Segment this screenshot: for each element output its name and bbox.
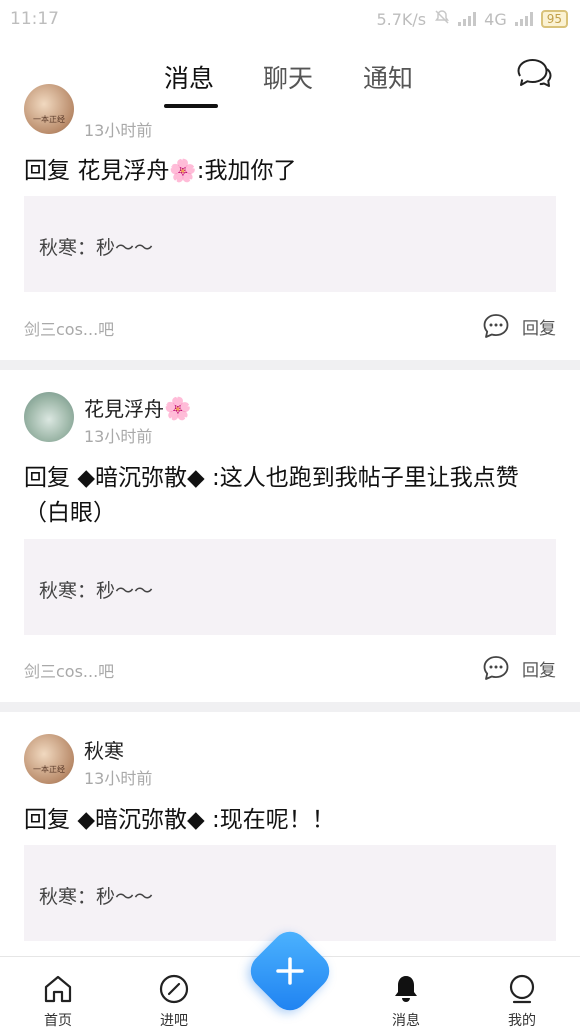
message-time: 13小时前 — [84, 427, 153, 446]
status-time: 11:17 — [10, 9, 59, 29]
battery-indicator: 95 — [540, 10, 568, 28]
top-nav: 消息 聊天 通知 — [0, 42, 580, 108]
reply-button-label: 回复 — [522, 319, 556, 339]
nav-mine-label: 我的 — [508, 1013, 536, 1029]
nav-messages-label: 消息 — [392, 1013, 420, 1029]
tab-messages[interactable]: 消息 — [164, 59, 214, 95]
nav-home[interactable]: 首页 — [23, 957, 93, 1032]
reply-prefix: 回复 — [24, 158, 70, 184]
avatar[interactable]: 一本正经 — [24, 734, 74, 784]
message-card[interactable]: 花見浮舟🌸 13小时前 回复 ◆暗沉弥散◆ :这人也跑到我帖子里让我点赞（白眼）… — [0, 370, 580, 702]
message-time: 13小时前 — [84, 769, 153, 788]
forum-name[interactable]: 剑三cos...吧 — [24, 316, 114, 340]
reply-body: :我加你了 — [196, 158, 297, 184]
signal-icon-2 — [514, 12, 533, 26]
comment-icon — [483, 314, 509, 338]
network-type: 4G — [484, 9, 507, 29]
sakura-icon: 🌸 — [164, 397, 192, 422]
reply-button[interactable]: 回复 — [482, 312, 562, 342]
nav-enter-bar-label: 进吧 — [160, 1013, 188, 1029]
quote-text: 秋寒：秒～～ — [39, 886, 154, 908]
tab-chat[interactable]: 聊天 — [263, 59, 313, 95]
sender-name[interactable]: 秋寒 — [84, 735, 124, 764]
home-icon — [44, 975, 72, 1003]
mute-icon — [434, 9, 450, 29]
avatar[interactable]: 一本正经 — [24, 84, 74, 134]
signal-icon — [458, 12, 477, 26]
bell-icon — [395, 976, 417, 1002]
status-bar: 11:17 5.7K/s 4G 95 — [0, 0, 580, 42]
profile-icon — [509, 974, 535, 1004]
avatar-caption: 一本正经 — [33, 115, 65, 124]
nav-enter-bar[interactable]: 进吧 — [139, 957, 209, 1032]
quoted-post[interactable]: 秋寒：秒～～ — [24, 196, 556, 292]
compass-icon — [159, 974, 189, 1004]
reply-target[interactable]: 花見浮舟 — [77, 158, 169, 184]
reply-text: 回复 ◆暗沉弥散◆ :这人也跑到我帖子里让我点赞（白眼） — [24, 461, 554, 531]
reply-button-label: 回复 — [522, 661, 556, 681]
reply-prefix: 回复 — [24, 807, 70, 833]
reply-text: 回复 花見浮舟🌸:我加你了 — [24, 154, 554, 189]
quote-text: 秋寒：秒～～ — [39, 580, 154, 602]
reply-body: :现在呢！！ — [212, 807, 335, 833]
nav-mine[interactable]: 我的 — [487, 957, 557, 1032]
reply-target[interactable]: ◆暗沉弥散◆ — [77, 465, 204, 491]
status-indicators: 5.7K/s 4G 95 — [376, 9, 568, 29]
reply-prefix: 回复 — [24, 465, 70, 491]
reply-button[interactable]: 回复 — [482, 654, 562, 684]
quoted-post[interactable]: 秋寒：秒～～ — [24, 845, 556, 941]
nav-home-label: 首页 — [44, 1013, 72, 1029]
nav-messages[interactable]: 消息 — [371, 957, 441, 1032]
quote-text: 秋寒：秒～～ — [39, 237, 154, 259]
sender-name[interactable]: 花見浮舟🌸 — [84, 393, 191, 422]
reply-text: 回复 ◆暗沉弥散◆ :现在呢！！ — [24, 803, 554, 838]
tab-notifications[interactable]: 通知 — [363, 59, 413, 95]
sakura-icon: 🌸 — [169, 159, 197, 184]
avatar[interactable] — [24, 392, 74, 442]
message-card[interactable]: 一本正经 13小时前 回复 花見浮舟🌸:我加你了 秋寒：秒～～ 剑三cos...… — [0, 84, 580, 360]
chat-bubbles-icon[interactable] — [514, 56, 552, 92]
network-speed: 5.7K/s — [376, 9, 427, 29]
avatar-caption: 一本正经 — [33, 765, 65, 774]
plus-icon[interactable] — [270, 951, 310, 991]
forum-name[interactable]: 剑三cos...吧 — [24, 658, 114, 682]
quoted-post[interactable]: 秋寒：秒～～ — [24, 539, 556, 635]
message-time: 13小时前 — [84, 121, 153, 140]
reply-target[interactable]: ◆暗沉弥散◆ — [77, 807, 204, 833]
comment-icon — [483, 656, 509, 680]
message-card[interactable]: 一本正经 秋寒 13小时前 回复 ◆暗沉弥散◆ :现在呢！！ 秋寒：秒～～ — [0, 712, 580, 956]
